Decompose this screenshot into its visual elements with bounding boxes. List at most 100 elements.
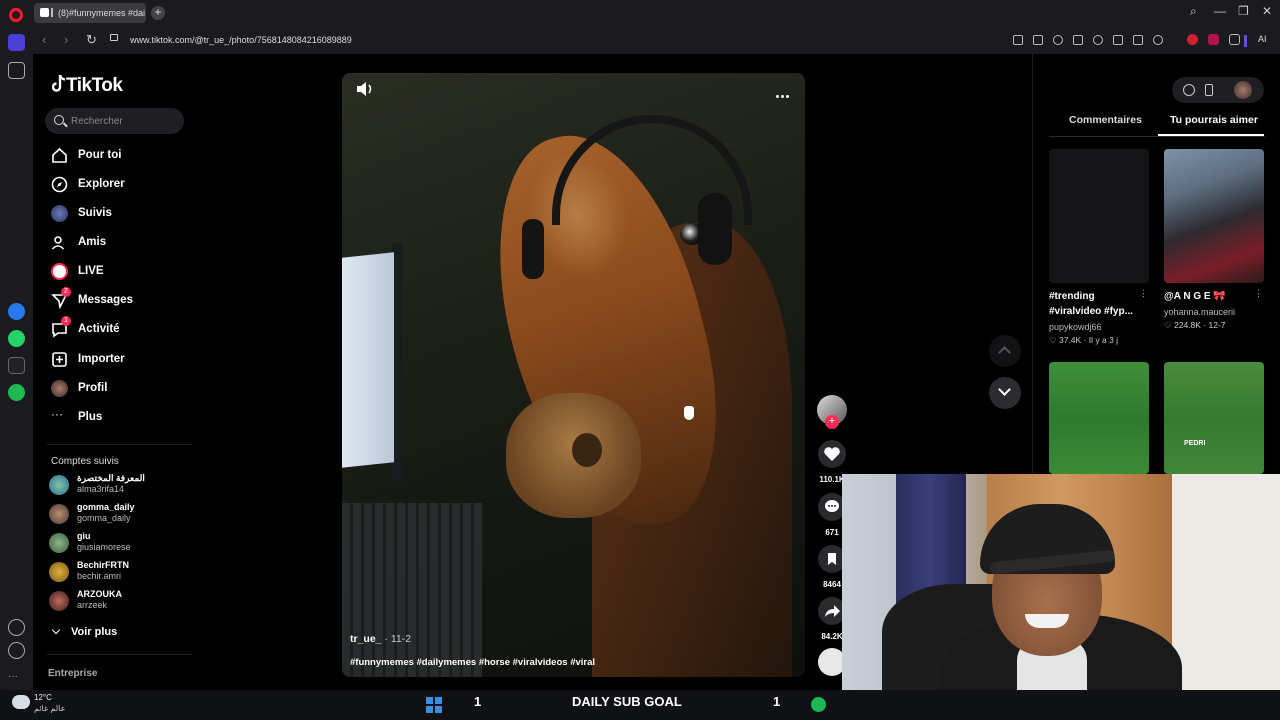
history-icon[interactable] (8, 642, 25, 659)
search-input[interactable] (71, 113, 179, 129)
extension-cube-icon[interactable] (1229, 34, 1240, 45)
post-hashtags[interactable]: #funnymemes #dailymemes #horse #viralvid… (350, 657, 595, 668)
opera-star-icon[interactable] (8, 62, 25, 79)
card-title[interactable]: #trending #viralvideo #fyp... (1049, 289, 1139, 319)
browser-tab[interactable]: (8)#funnymemes #dai (34, 3, 146, 23)
maximize-button[interactable]: ❐ (1238, 4, 1249, 18)
enterprise-link[interactable]: Entreprise (48, 668, 97, 679)
url-field[interactable]: www.tiktok.com/@tr_ue_/photo/75681480842… (106, 30, 1006, 50)
tab-might-like[interactable]: Tu pourrais aimer (1170, 114, 1258, 126)
previous-post-button[interactable] (989, 335, 1021, 367)
suggested-video-card[interactable] (1164, 149, 1264, 283)
nav-label: Suivis (78, 207, 112, 219)
post-date: · 11-2 (381, 633, 412, 645)
x-twitter-icon[interactable] (8, 357, 25, 374)
player-icon[interactable] (1073, 35, 1083, 45)
search-box[interactable] (45, 108, 184, 134)
opera-heart-icon[interactable] (8, 619, 25, 636)
tab-audio-icon[interactable] (51, 8, 57, 17)
following-account[interactable]: المعرفة المختصرة alma3rifa14 (49, 472, 189, 500)
minimize-button[interactable]: — (1214, 4, 1226, 18)
camera-icon[interactable] (1033, 35, 1043, 45)
nav-label: LIVE (78, 265, 104, 277)
account-icon[interactable] (1153, 35, 1163, 45)
upload-icon (52, 352, 67, 367)
device-icon[interactable] (1205, 84, 1213, 96)
card-title[interactable]: @A N G E 🎀 (1164, 289, 1254, 304)
monitor-screen-shape (342, 252, 394, 468)
follow-plus-button[interactable]: + (825, 415, 839, 429)
card-user[interactable]: pupykowdj66 (1049, 322, 1102, 332)
more-options-icon[interactable] (776, 85, 792, 98)
messenger-icon[interactable] (8, 303, 25, 320)
forward-button[interactable]: › (64, 32, 68, 47)
chevron-down-icon (51, 625, 61, 635)
account-name: BechirFRTN (77, 560, 130, 570)
tiktok-logo-text[interactable]: TikTok (66, 75, 123, 97)
nav-item-following[interactable]: Suivis (45, 201, 185, 227)
opera-logo-icon[interactable] (9, 8, 23, 22)
new-tab-button[interactable]: + (151, 6, 165, 20)
spotify-icon[interactable] (8, 384, 25, 401)
suggested-video-card[interactable] (1049, 362, 1149, 474)
opera-home-icon[interactable] (8, 34, 25, 51)
menu-icon[interactable] (1133, 35, 1143, 45)
nav-item-more[interactable]: ··· Plus (45, 405, 185, 431)
suggested-video-card[interactable] (1049, 149, 1149, 283)
nav-item-live[interactable]: LIVE (45, 259, 185, 285)
post-author[interactable]: tr_ue_ · 11-2 (350, 633, 411, 645)
nav-label: Importer (78, 353, 125, 365)
weather-temp[interactable]: 12°C (34, 693, 52, 702)
search-tabs-icon[interactable]: ⌕ (1190, 4, 1197, 19)
extension-shield-icon[interactable] (1208, 34, 1219, 45)
vpn-icon[interactable] (1053, 35, 1063, 45)
screenshot-icon[interactable] (1013, 35, 1023, 45)
card-user[interactable]: yohanna.maucerii (1164, 307, 1235, 317)
like-button[interactable] (818, 440, 846, 468)
following-account[interactable]: BechirFRTN bechir.amri (49, 559, 189, 587)
see-more-button[interactable]: Voir plus (51, 625, 117, 638)
close-button[interactable]: ✕ (1262, 4, 1272, 18)
suggested-video-card[interactable]: PEDRI (1164, 362, 1264, 474)
tiktok-logo-icon[interactable] (52, 74, 66, 94)
aria-ai-button[interactable]: AI (1258, 34, 1267, 44)
user-avatar[interactable] (1234, 81, 1252, 99)
headphones-earcup-shape (522, 219, 544, 279)
explore-mini-icon[interactable] (1183, 84, 1195, 96)
nav-item-messages[interactable]: 2 Messages (45, 287, 185, 314)
volume-icon[interactable] (356, 81, 374, 97)
opera-more-icon[interactable]: ··· (8, 666, 25, 683)
weather-cloud-icon[interactable] (12, 695, 30, 709)
nav-label: Explorer (78, 178, 125, 190)
back-button[interactable]: ‹ (42, 32, 46, 47)
tab-comments[interactable]: Commentaires (1069, 114, 1142, 126)
following-account[interactable]: gomma_daily gomma_daily (49, 501, 189, 529)
heart-bookmark-icon[interactable] (1093, 35, 1103, 45)
download-icon[interactable] (1113, 35, 1123, 45)
next-post-button[interactable] (989, 377, 1021, 409)
tiktok-favicon-icon (40, 8, 49, 17)
windows-start-icon[interactable] (426, 697, 442, 713)
following-account[interactable]: ARZOUKA arrzeek (49, 588, 189, 616)
card-date: Il y a 3 j (1088, 335, 1119, 345)
nav-item-profile[interactable]: Profil (45, 376, 185, 402)
nav-item-explore[interactable]: Explorer (45, 172, 185, 198)
following-account[interactable]: giu giusiamorese (49, 530, 189, 558)
photo-post[interactable]: tr_ue_ · 11-2 #funnymemes #dailymemes #h… (342, 73, 805, 677)
nav-label: Messages (78, 294, 133, 306)
nav-item-upload[interactable]: Importer (45, 347, 185, 373)
headphones-earcup-shape (698, 193, 732, 265)
whatsapp-icon[interactable] (8, 330, 25, 347)
card-more-icon[interactable]: ⋮ (1254, 288, 1263, 299)
spotify-taskbar-icon[interactable] (811, 697, 826, 712)
reload-button[interactable]: ↻ (86, 32, 97, 48)
extension-red-icon[interactable] (1187, 34, 1198, 45)
post-author-name[interactable]: tr_ue_ (350, 633, 382, 645)
card-more-icon[interactable]: ⋮ (1139, 288, 1148, 299)
nav-item-friends[interactable]: Amis (45, 230, 185, 256)
opera-sidebar: ··· (0, 26, 33, 690)
heart-outline-icon: ♡ (1164, 320, 1174, 330)
nav-item-for-you[interactable]: Pour toi (45, 143, 185, 169)
nav-item-activity[interactable]: 1 Activité (45, 316, 185, 343)
account-name: المعرفة المختصرة (77, 473, 145, 483)
